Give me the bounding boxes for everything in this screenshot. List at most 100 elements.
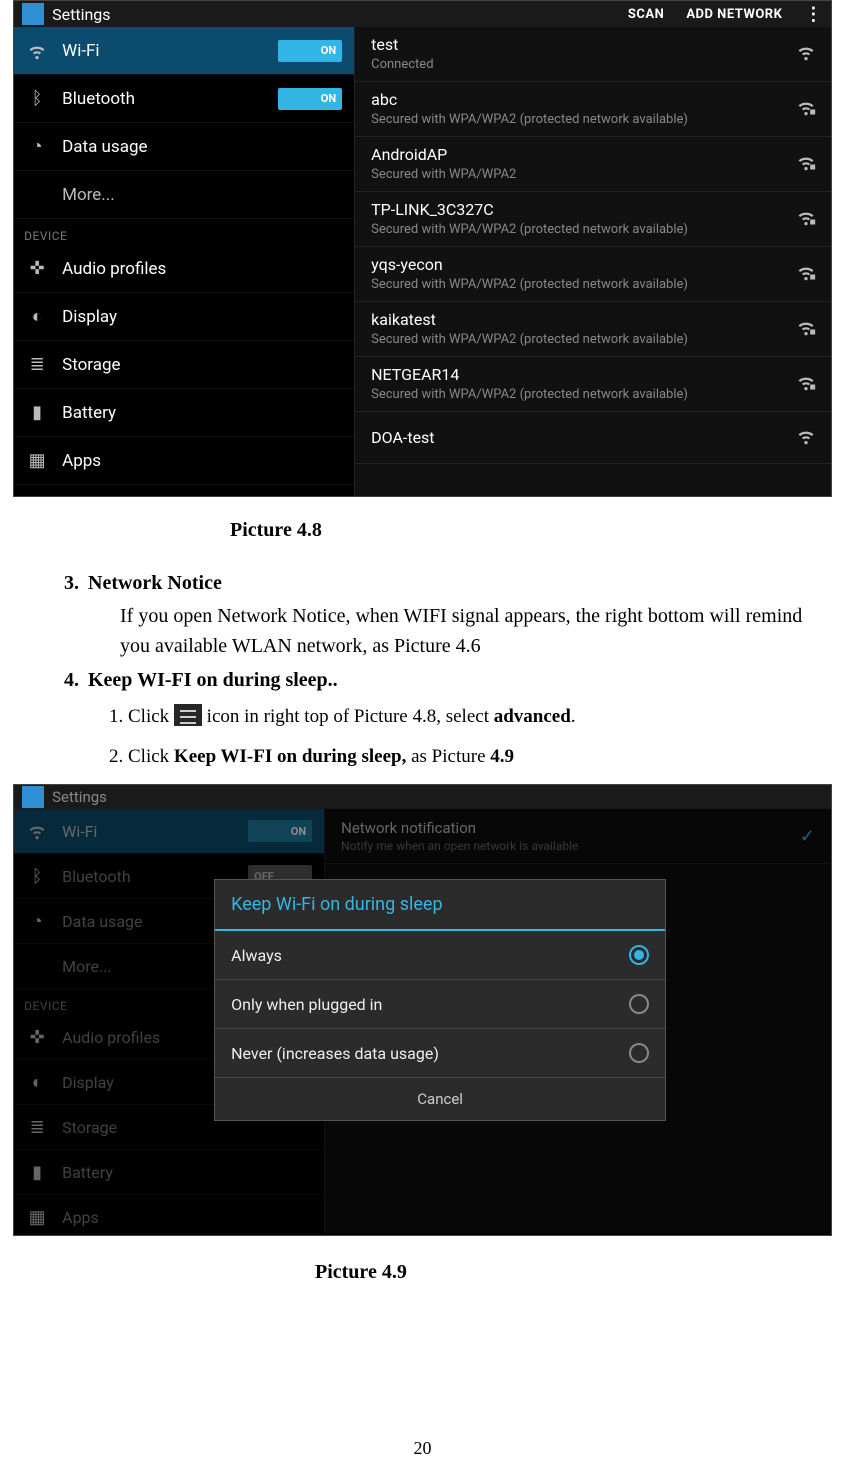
sidebar-label: Storage — [62, 355, 120, 375]
sidebar-item-battery[interactable]: ▮ Battery — [14, 389, 354, 437]
inner-steps: Click icon in right top of Picture 4.8, … — [88, 702, 835, 772]
network-status: Secured with WPA/WPA2 (protected network… — [371, 277, 795, 293]
data-usage-icon: ◔ — [26, 910, 48, 932]
sidebar-item-display[interactable]: ◐ Display — [14, 293, 354, 341]
sidebar-header-device: DEVICE — [14, 219, 354, 245]
data-usage-icon: ◔ — [26, 136, 48, 158]
bluetooth-icon: ᛒ — [26, 88, 48, 110]
screenshot-wifi-sleep-dialog: Settings Wi-Fi ON ᛒ Bluetooth OFF ◔ — [13, 784, 832, 1236]
network-status: Secured with WPA/WPA2 (protected network… — [371, 332, 795, 348]
sidebar-item-apps[interactable]: ▦Apps — [14, 1195, 324, 1236]
text-bold: advanced — [494, 706, 571, 727]
add-network-button[interactable]: ADD NETWORK — [686, 7, 782, 22]
wifi-network-row[interactable]: NETGEAR14 Secured with WPA/WPA2 (protecte… — [355, 357, 831, 412]
wifi-icon — [26, 40, 48, 62]
wifi-network-row[interactable]: test Connected — [355, 27, 831, 82]
network-name: NETGEAR14 — [371, 365, 795, 385]
sidebar-item-audio[interactable]: ✜ Audio profiles — [14, 245, 354, 293]
overflow-menu-inline-icon — [174, 704, 202, 726]
sidebar-item-data-usage[interactable]: ◔ Data usage — [14, 123, 354, 171]
settings-app-icon[interactable] — [22, 786, 44, 808]
sidebar-label: More... — [62, 185, 115, 205]
text: Click — [128, 706, 174, 727]
text: . — [571, 706, 576, 727]
settings-sidebar: Wi-Fi ON ᛒ Bluetooth ON ◔ Data usage Mor… — [14, 27, 355, 496]
network-name: TP-LINK_3C327C — [371, 200, 795, 220]
network-name: abc — [371, 90, 795, 110]
sidebar-label: Audio profiles — [62, 1028, 160, 1047]
audio-icon: ✜ — [26, 258, 48, 280]
settings-app-icon[interactable] — [22, 3, 44, 25]
checkbox-checked-icon[interactable]: ✓ — [800, 826, 815, 847]
audio-icon: ✜ — [26, 1026, 48, 1048]
wifi-network-list[interactable]: test Connected abc Secured with WPA/WPA2 (p… — [355, 27, 831, 496]
network-status: Secured with WPA/WPA2 (protected network… — [371, 222, 795, 238]
sidebar-label: Battery — [62, 1163, 113, 1182]
network-name: yqs-yecon — [371, 255, 795, 275]
row-title: Network notification — [341, 819, 578, 837]
wifi-network-row[interactable]: kaikatestSecured with WPA/WPA2 (protecte… — [355, 302, 831, 357]
wifi-signal-icon — [795, 42, 817, 66]
sidebar-label: Bluetooth — [62, 867, 131, 886]
text: Click — [128, 746, 174, 767]
network-status: Secured with WPA/WPA2 (protected network… — [371, 387, 795, 403]
item-body: If you open Network Notice, when WIFI si… — [120, 601, 835, 661]
wifi-lock-icon — [795, 97, 817, 121]
storage-icon: ≣ — [26, 354, 48, 376]
wifi-network-row[interactable]: DOA-test — [355, 412, 831, 464]
list-item-4: Keep WI-FI on during sleep.. Click icon … — [84, 669, 835, 772]
network-name: test — [371, 35, 795, 55]
sidebar-item-wifi[interactable]: Wi-Fi ON — [14, 27, 354, 75]
sidebar-item-apps[interactable]: ▦ Apps — [14, 437, 354, 485]
wifi-network-row[interactable]: yqs-yecon Secured with WPA/WPA2 (protecte… — [355, 247, 831, 302]
wifi-lock-icon — [795, 262, 817, 286]
screenshot-wifi-list: Settings SCAN ADD NETWORK ⋮ Wi-Fi ON ᛒ B… — [13, 0, 832, 497]
wifi-signal-icon — [795, 426, 817, 450]
sidebar-label: Display — [62, 1073, 114, 1092]
scan-button[interactable]: SCAN — [628, 7, 664, 22]
wifi-lock-icon — [795, 152, 817, 176]
wifi-icon — [26, 820, 48, 842]
network-status: Connected — [371, 57, 795, 73]
sidebar-label: Apps — [62, 1208, 99, 1227]
wifi-network-row[interactable]: TP-LINK_3C327C Secured with WPA/WPA2 (pro… — [355, 192, 831, 247]
text: icon in right top of Picture 4.8, select — [207, 706, 494, 727]
item-title: Network Notice — [88, 572, 222, 594]
wifi-toggle[interactable]: ON — [248, 820, 312, 842]
network-name: AndroidAP — [371, 145, 795, 165]
bt-toggle[interactable]: ON — [278, 88, 342, 110]
battery-icon: ▮ — [26, 1161, 48, 1183]
keep-wifi-sleep-dialog: Keep Wi-Fi on during sleep Always Only w… — [214, 879, 666, 1121]
sidebar-label: Display — [62, 307, 117, 327]
option-always[interactable]: Always — [215, 931, 665, 980]
item-title: Keep WI-FI on during sleep.. — [88, 669, 338, 691]
sidebar-item-more[interactable]: More... — [14, 171, 354, 219]
wifi-lock-icon — [795, 317, 817, 341]
radio-unselected-icon — [629, 1043, 649, 1063]
sidebar-item-bluetooth[interactable]: ᛒ Bluetooth ON — [14, 75, 354, 123]
overflow-menu-icon[interactable]: ⋮ — [804, 4, 823, 25]
wifi-network-row[interactable]: AndroidAPSecured with WPA/WPA2 — [355, 137, 831, 192]
radio-selected-icon — [629, 945, 649, 965]
sidebar-item-storage[interactable]: ≣ Storage — [14, 341, 354, 389]
page-number: 20 — [0, 1438, 845, 1459]
option-never[interactable]: Never (increases data usage) — [215, 1029, 665, 1078]
network-name: DOA-test — [371, 428, 795, 448]
sidebar-label: Apps — [62, 451, 101, 471]
sidebar-label: Battery — [62, 403, 116, 423]
text: as Picture — [406, 746, 490, 767]
caption-picture-4-9: Picture 4.9 — [315, 1261, 835, 1284]
sidebar-label: Storage — [62, 1118, 117, 1137]
wifi-toggle[interactable]: ON — [278, 40, 342, 62]
option-plugged[interactable]: Only when plugged in — [215, 980, 665, 1029]
sidebar-item-battery[interactable]: ▮ Battery — [14, 1150, 324, 1195]
radio-unselected-icon — [629, 994, 649, 1014]
dialog-cancel-button[interactable]: Cancel — [215, 1078, 665, 1120]
wifi-network-row[interactable]: abc Secured with WPA/WPA2 (protected netw… — [355, 82, 831, 137]
sidebar-label: Audio profiles — [62, 259, 166, 279]
network-status: Secured with WPA/WPA2 (protected network… — [371, 112, 795, 128]
option-label: Always — [231, 946, 282, 965]
storage-icon: ≣ — [26, 1116, 48, 1138]
network-notification-row[interactable]: Network notification Notify me when an o… — [325, 809, 831, 864]
sidebar-item-wifi[interactable]: Wi-Fi ON — [14, 809, 324, 854]
